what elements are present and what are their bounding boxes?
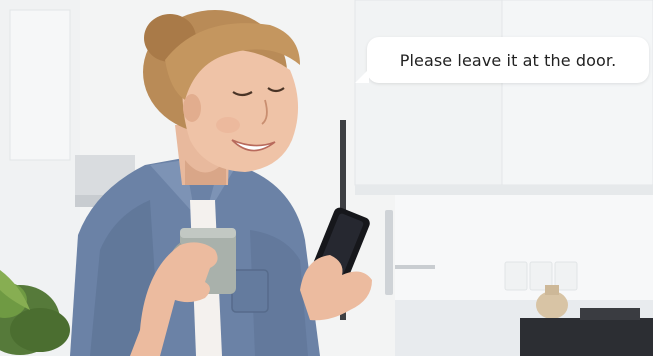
photo-frame: Please leave it at the door. [0,0,653,356]
upper-cabinets [354,0,653,195]
speech-bubble: Please leave it at the door. [355,37,649,83]
kitchen-counter [385,195,653,356]
speech-bubble-text: Please leave it at the door. [399,50,617,70]
